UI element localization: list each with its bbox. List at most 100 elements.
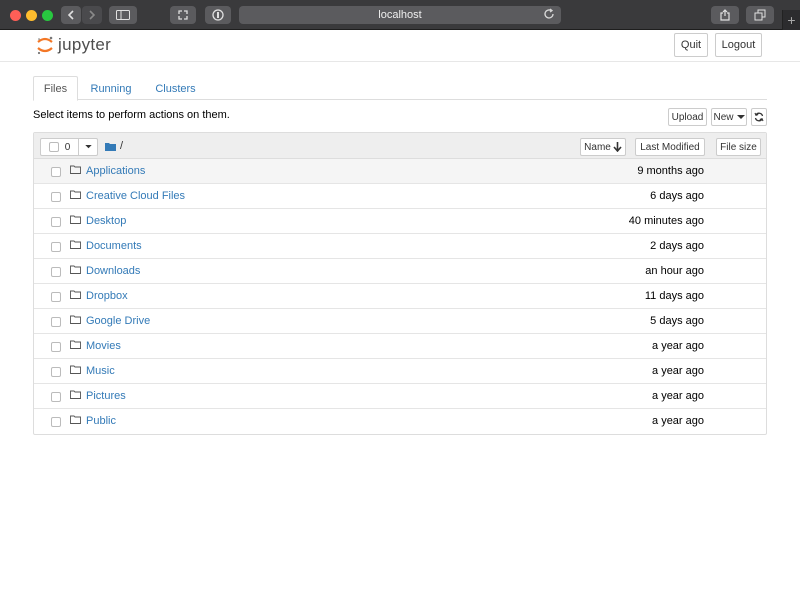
logout-button[interactable]: Logout: [715, 33, 762, 57]
folder-link[interactable]: Documents: [86, 240, 142, 252]
file-list: 0 / Name Last Modified File size Applica…: [33, 132, 767, 435]
select-all-checkbox[interactable]: [48, 142, 59, 152]
file-row[interactable]: Music a year ago: [34, 359, 766, 384]
row-checkbox[interactable]: [51, 167, 61, 177]
chevron-left-icon: [67, 10, 74, 20]
tab-files[interactable]: Files: [33, 76, 78, 101]
back-button[interactable]: [61, 6, 81, 24]
last-modified: 6 days ago: [650, 190, 704, 202]
file-row[interactable]: Public a year ago: [34, 409, 766, 434]
row-checkbox[interactable]: [51, 317, 61, 327]
file-row[interactable]: Documents 2 days ago: [34, 234, 766, 259]
refresh-button[interactable]: [751, 108, 767, 126]
file-row[interactable]: Creative Cloud Files 6 days ago: [34, 184, 766, 209]
caret-down-icon: [84, 145, 92, 149]
forward-button[interactable]: [82, 6, 102, 24]
folder-link[interactable]: Dropbox: [86, 290, 128, 302]
row-checkbox[interactable]: [51, 267, 61, 277]
file-list-header: 0 / Name Last Modified File size: [34, 133, 766, 159]
new-label: New: [713, 111, 734, 123]
folder-link[interactable]: Pictures: [86, 390, 126, 402]
folder-link[interactable]: Music: [86, 365, 115, 377]
folder-icon-wrap: [70, 165, 81, 177]
file-row[interactable]: Movies a year ago: [34, 334, 766, 359]
folder-link[interactable]: Applications: [86, 165, 145, 177]
folder-link[interactable]: Downloads: [86, 265, 140, 277]
sort-by-last-modified-button[interactable]: Last Modified: [635, 138, 705, 156]
file-row[interactable]: Google Drive 5 days ago: [34, 309, 766, 334]
row-checkbox[interactable]: [51, 392, 61, 402]
file-row[interactable]: Downloads an hour ago: [34, 259, 766, 284]
file-row[interactable]: Applications 9 months ago: [34, 159, 766, 184]
arrow-down-icon: [613, 142, 622, 152]
folder-link[interactable]: Movies: [86, 340, 121, 352]
file-row[interactable]: Desktop 40 minutes ago: [34, 209, 766, 234]
folder-link[interactable]: Desktop: [86, 215, 126, 227]
row-checkbox[interactable]: [51, 367, 61, 377]
share-icon: [720, 9, 730, 21]
folder-icon: [70, 290, 81, 299]
sort-by-name-button[interactable]: Name: [580, 138, 626, 156]
row-checkbox[interactable]: [51, 342, 61, 352]
new-tab-button[interactable]: +: [782, 10, 800, 30]
folder-icon-wrap: [70, 240, 81, 252]
row-checkbox[interactable]: [51, 292, 61, 302]
caret-down-icon: [736, 114, 745, 119]
folder-solid-icon: [105, 142, 116, 151]
browser-toolbar: localhost +: [0, 0, 800, 30]
folder-link[interactable]: Public: [86, 415, 116, 427]
address-bar[interactable]: localhost: [239, 6, 561, 24]
sort-by-file-size-button[interactable]: File size: [716, 138, 761, 156]
refresh-icon: [754, 112, 764, 122]
folder-icon: [70, 165, 81, 174]
row-checkbox[interactable]: [51, 192, 61, 202]
breadcrumb[interactable]: /: [105, 140, 123, 152]
selection-dropdown-button[interactable]: [78, 138, 98, 156]
folder-icon-wrap: [70, 265, 81, 277]
folder-icon: [70, 215, 81, 224]
folder-icon: [70, 365, 81, 374]
zoom-window-button[interactable]: [42, 10, 53, 21]
chevron-right-icon: [89, 10, 96, 20]
quit-button[interactable]: Quit: [674, 33, 708, 57]
select-all-checkbox-group[interactable]: 0: [40, 138, 79, 156]
tab-clusters[interactable]: Clusters: [147, 76, 204, 101]
upload-button[interactable]: Upload: [668, 108, 707, 126]
folder-icon-wrap: [70, 190, 81, 202]
last-modified: a year ago: [652, 365, 704, 377]
file-row[interactable]: Pictures a year ago: [34, 384, 766, 409]
reload-icon[interactable]: [543, 8, 555, 20]
tabs-icon: [754, 9, 766, 21]
fullscreen-button[interactable]: [170, 6, 196, 24]
close-window-button[interactable]: [10, 10, 21, 21]
folder-link[interactable]: Google Drive: [86, 315, 150, 327]
new-dropdown-button[interactable]: New: [711, 108, 747, 126]
key-circle-icon: [212, 9, 224, 21]
last-modified: 5 days ago: [650, 315, 704, 327]
name-sort-label: Name: [584, 141, 611, 153]
jupyter-logo[interactable]: jupyter: [36, 35, 111, 55]
last-modified: a year ago: [652, 340, 704, 352]
folder-link[interactable]: Creative Cloud Files: [86, 190, 185, 202]
row-checkbox[interactable]: [51, 417, 61, 427]
jupyter-logo-icon: [37, 36, 53, 55]
last-modified: 9 months ago: [637, 165, 704, 177]
folder-icon-wrap: [70, 215, 81, 227]
instructions-text: Select items to perform actions on them.: [33, 109, 230, 121]
sidebar-toggle-button[interactable]: [109, 6, 137, 24]
last-modified: an hour ago: [645, 265, 704, 277]
logo-text: jupyter: [58, 35, 112, 54]
row-checkbox[interactable]: [51, 217, 61, 227]
minimize-window-button[interactable]: [26, 10, 37, 21]
row-checkbox[interactable]: [51, 242, 61, 252]
tabs-overview-button[interactable]: [746, 6, 774, 24]
file-row[interactable]: Dropbox 11 days ago: [34, 284, 766, 309]
share-button[interactable]: [711, 6, 739, 24]
tab-running[interactable]: Running: [83, 76, 139, 101]
selected-count: 0: [64, 141, 71, 153]
last-modified: a year ago: [652, 415, 704, 427]
plus-icon: +: [787, 12, 796, 28]
password-button[interactable]: [205, 6, 231, 24]
expand-icon: [178, 10, 188, 20]
tab-bar: Files Running Clusters: [33, 76, 767, 101]
